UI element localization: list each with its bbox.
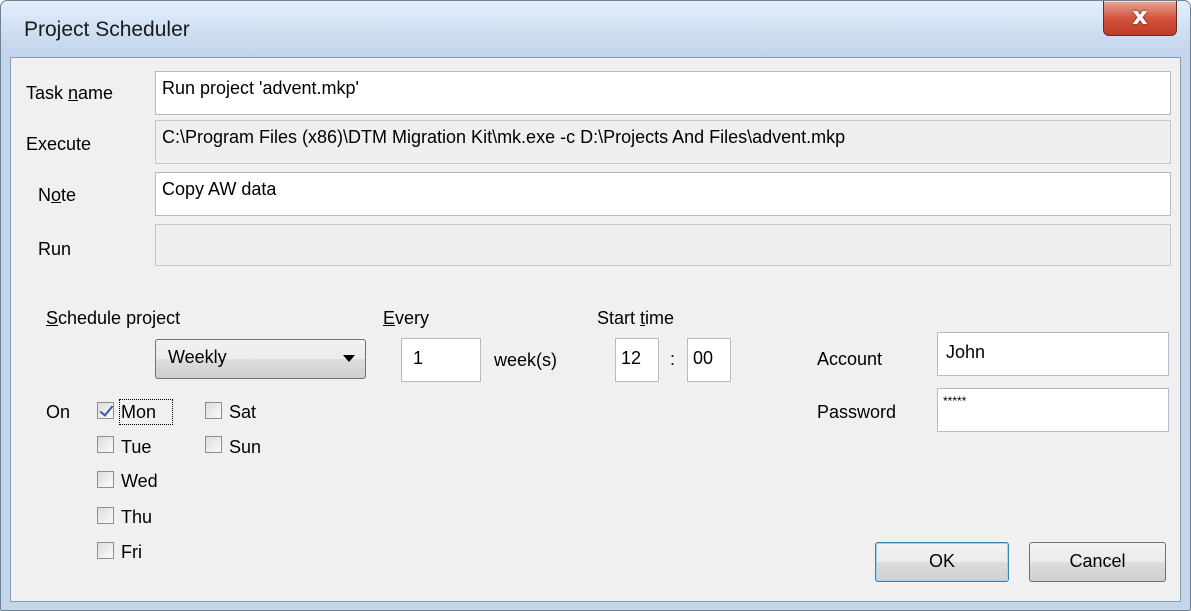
checkbox-tue[interactable] [97,436,114,453]
checkbox-wed[interactable] [97,471,114,488]
password-input[interactable]: ***** [937,388,1169,432]
every-input[interactable]: 1 [401,338,481,382]
window-title: Project Scheduler [24,18,190,41]
run-field[interactable] [155,224,1171,266]
password-label: Password [817,402,897,422]
execute-field[interactable]: C:\Program Files (x86)\DTM Migration Kit… [155,120,1171,164]
account-input[interactable]: John [937,332,1169,376]
schedule-project-label: Schedule project [46,308,181,328]
title-bar[interactable]: Project Scheduler x [1,1,1190,57]
start-hour-input[interactable]: 12 [615,338,659,382]
task-name-input[interactable]: Run project 'advent.mkp' [155,71,1171,115]
day-label-mon: Mon [121,402,157,422]
checkbox-fri[interactable] [97,542,114,559]
close-button[interactable]: x [1103,1,1177,36]
execute-label: Execute [26,134,92,154]
every-unit-label: week(s) [494,350,558,370]
day-label-sun: Sun [229,437,262,457]
schedule-project-value: Weekly [168,347,227,367]
checkbox-sat[interactable] [205,402,222,419]
task-name-label: Task name [26,83,114,103]
checkbox-thu[interactable] [97,507,114,524]
day-label-fri: Fri [121,542,142,562]
project-scheduler-window: Project Scheduler x Task name Run projec… [0,0,1191,611]
checkbox-mon[interactable] [97,402,114,419]
start-time-label: Start time [597,308,675,328]
note-input[interactable]: Copy AW data [155,172,1171,216]
dialog-body: Task name Run project 'advent.mkp' Execu… [10,57,1181,602]
day-label-sat: Sat [229,402,257,422]
schedule-project-select[interactable]: Weekly [155,339,366,379]
on-label: On [46,402,71,422]
account-label: Account [817,349,883,369]
every-label: Every [383,308,430,328]
note-label: Note [38,185,77,205]
day-label-thu: Thu [121,507,153,527]
cancel-button[interactable]: Cancel [1029,542,1166,582]
start-minute-input[interactable]: 00 [687,338,731,382]
close-icon: x [1132,2,1148,30]
day-label-wed: Wed [121,471,158,491]
checkbox-sun[interactable] [205,436,222,453]
ok-button[interactable]: OK [875,542,1009,582]
chevron-down-icon [343,355,355,362]
time-separator: : [670,349,676,369]
run-label: Run [38,239,72,259]
day-label-tue: Tue [121,437,152,457]
